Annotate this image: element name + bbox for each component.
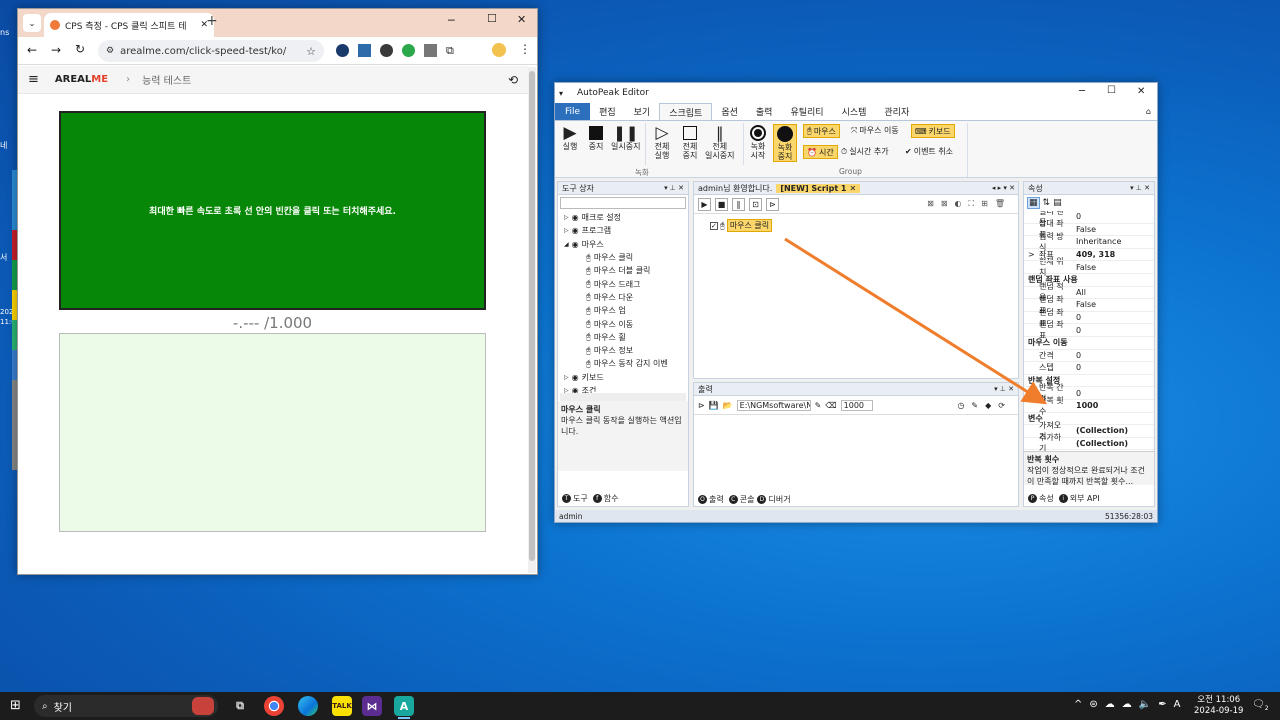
onedrive-icon[interactable]: ☁ [1105,699,1115,710]
clock-time: 오전 11:06 [1197,695,1241,705]
pen-icon[interactable]: ✒ [1158,699,1166,710]
start-button[interactable]: ⊞ [10,698,21,713]
speaker-icon[interactable]: 🔈 [1139,699,1151,710]
search-box[interactable]: ⌕ 찾기 [34,695,218,717]
search-placeholder: 찾기 [53,702,73,714]
autopeak-icon[interactable]: A [394,696,414,716]
task-view-icon[interactable]: ⧉ [230,696,250,716]
notification-icon[interactable]: 🗨2 [1252,699,1269,712]
network-icon[interactable]: ⊜ [1089,699,1097,710]
visual-studio-icon[interactable]: ⋈ [362,696,382,716]
search-icon: ⌕ [42,700,48,712]
clock-date: 2024-09-19 [1194,706,1244,716]
kakaotalk-icon[interactable]: TALK [332,696,352,716]
chevron-up-icon[interactable]: ^ [1074,699,1082,710]
active-app-indicator [398,717,410,719]
system-tray: ^ ⊜ ☁ ☁ 🔈 ✒ A [1074,699,1180,710]
clock[interactable]: 오전 11:06 2024-09-19 [1194,695,1243,717]
ime-indicator[interactable]: A [1174,699,1181,710]
taskbar: ⊞ ⌕ 찾기 ⧉ TALK ⋈ A ^ ⊜ ☁ ☁ 🔈 ✒ A 오전 11:06… [0,692,1280,720]
edge-icon[interactable] [298,696,318,716]
chrome-icon[interactable] [264,696,284,716]
cloud-icon[interactable]: ☁ [1122,699,1132,710]
annotation-arrow [784,237,1048,405]
search-highlight-image [192,697,214,715]
